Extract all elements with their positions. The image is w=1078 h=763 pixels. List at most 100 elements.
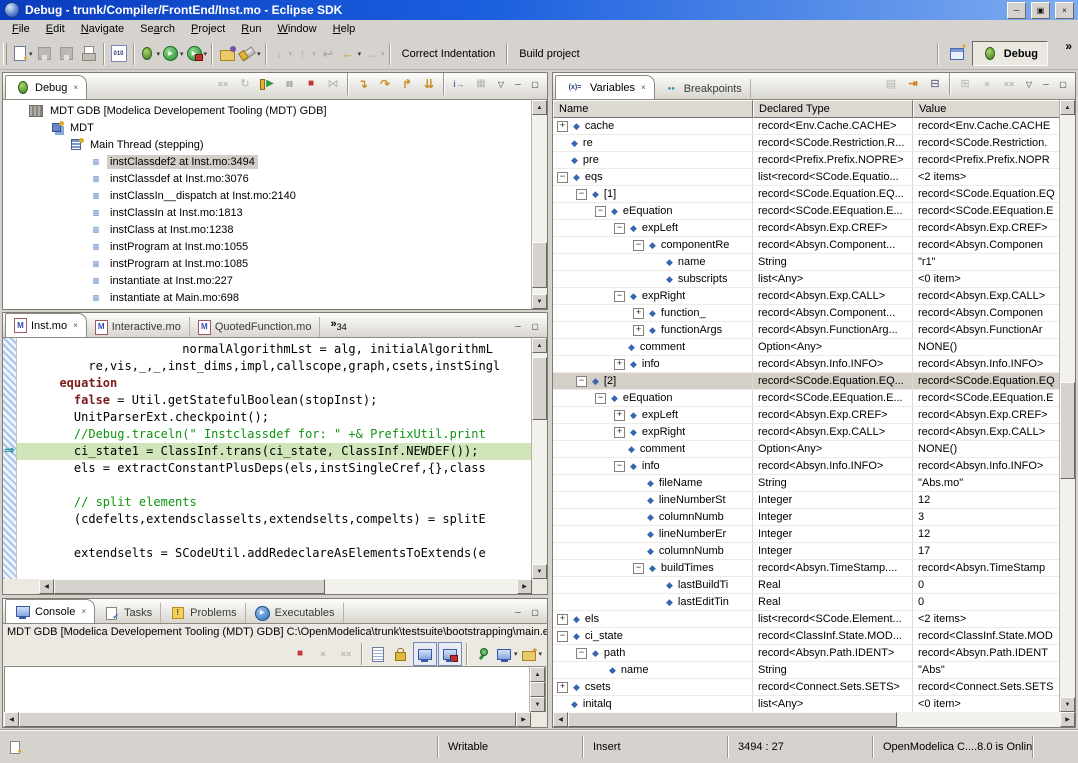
table-row[interactable]: ◆prerecord<Prefix.Prefix.NOPRE>record<Pr…	[553, 152, 1060, 169]
dropdown-arrow-icon[interactable]: ▾	[312, 50, 316, 58]
code-line[interactable]: els = extractConstantPlusDeps(els,instSi…	[17, 460, 532, 477]
external-tools-button[interactable]: ▾	[185, 43, 209, 65]
instruction-step-button[interactable]: i→	[448, 73, 470, 95]
tree-item[interactable]: ≡instantiate at Main.mo:698	[3, 289, 531, 306]
scroll-right-icon[interactable]: ▶	[1060, 712, 1075, 727]
code-line[interactable]: equation	[17, 375, 532, 392]
expand-icon[interactable]: +	[633, 325, 644, 336]
collapse-icon[interactable]: −	[633, 240, 644, 251]
console-vertical-scrollbar[interactable]: ▲ ▼	[529, 667, 545, 712]
tree-item[interactable]: Main Thread (stepping)	[3, 136, 531, 153]
maximize-view-icon[interactable]: ▢	[527, 605, 543, 619]
step-into-button[interactable]: ↴	[352, 73, 374, 95]
maximize-view-icon[interactable]: ▢	[527, 319, 543, 333]
expand-icon[interactable]: +	[614, 359, 625, 370]
editor-vertical-scrollbar[interactable]: ▲ ▼	[531, 338, 547, 579]
menu-navigate[interactable]: Navigate	[73, 22, 132, 37]
table-row[interactable]: ◆nameString"r1"	[553, 254, 1060, 271]
pin-console-button[interactable]	[472, 643, 494, 665]
expand-icon[interactable]: +	[557, 614, 568, 625]
table-row[interactable]: +◆cacherecord<Env.Cache.CACHE>record<Env…	[553, 118, 1060, 135]
display-console-button[interactable]: ▾	[495, 643, 519, 665]
collapse-icon[interactable]: −	[614, 461, 625, 472]
window-close-button[interactable]: ×	[1055, 2, 1074, 19]
tree-item[interactable]: ≡instClass at Inst.mo:1238	[3, 221, 531, 238]
stack-frame-selected[interactable]: ≡instClassdef2 at Inst.mo:3494	[3, 153, 531, 170]
console-tab-problems[interactable]: Problems	[161, 603, 245, 623]
console-horizontal-scrollbar[interactable]: ◀ ▶	[3, 712, 547, 727]
minimize-view-icon[interactable]: ─	[510, 605, 526, 619]
table-row[interactable]: −◆ci_staterecord<ClassInf.State.MOD...re…	[553, 628, 1060, 645]
variables-tab-breakpoints[interactable]: ●●Breakpoints	[655, 79, 751, 99]
print-button[interactable]	[78, 43, 100, 65]
table-row[interactable]: +◆expLeftrecord<Absyn.Exp.CREF>record<Ab…	[553, 407, 1060, 424]
scroll-down-icon[interactable]: ▼	[530, 697, 545, 712]
dropdown-arrow-icon[interactable]: ▾	[538, 650, 542, 658]
dropdown-arrow-icon[interactable]: ▾	[257, 50, 261, 58]
table-row[interactable]: ◆lineNumberErInteger12	[553, 526, 1060, 543]
dropdown-arrow-icon[interactable]: ▾	[180, 50, 184, 58]
scroll-down-icon[interactable]: ▼	[532, 564, 547, 579]
editor-horizontal-scrollbar[interactable]: ◀ ▶	[3, 579, 547, 594]
dropdown-arrow-icon[interactable]: ▾	[289, 50, 293, 58]
close-icon[interactable]: ×	[73, 321, 78, 330]
table-row[interactable]: +◆expRightrecord<Absyn.Exp.CALL>record<A…	[553, 424, 1060, 441]
table-row[interactable]: −◆inforecord<Absyn.Info.INFO>record<Absy…	[553, 458, 1060, 475]
table-row[interactable]: −◆expLeftrecord<Absyn.Exp.CREF>record<Ab…	[553, 220, 1060, 237]
tree-item[interactable]: ≡instClassIn__dispatch at Inst.mo:2140	[3, 187, 531, 204]
show-stdout-button[interactable]	[413, 642, 437, 666]
view-menu-icon[interactable]: ▽	[1021, 77, 1037, 91]
scroll-down-icon[interactable]: ▼	[1060, 697, 1075, 712]
tree-item[interactable]: ≡instantiate at Inst.mo:227	[3, 272, 531, 289]
dropdown-arrow-icon[interactable]: ▾	[29, 50, 33, 58]
run-button[interactable]: ▾	[161, 43, 185, 65]
table-row[interactable]: ◆fileNameString"Abs.mo"	[553, 475, 1060, 492]
scroll-up-icon[interactable]: ▲	[530, 667, 545, 682]
editor-overflow-chevron[interactable]: »34	[330, 318, 346, 332]
window-minimize-button[interactable]: ─	[1007, 2, 1026, 19]
table-row[interactable]: ◆commentOption<Any>NONE()	[553, 339, 1060, 356]
dropdown-arrow-icon[interactable]: ▾	[514, 650, 518, 658]
tree-item[interactable]: ≡instClassdef at Inst.mo:3076	[3, 170, 531, 187]
resume-button[interactable]: ▶	[256, 73, 278, 95]
table-row[interactable]: ◆commentOption<Any>NONE()	[553, 441, 1060, 458]
variables-tab-variables[interactable]: (x)=Variables×	[555, 75, 655, 100]
expand-icon[interactable]: +	[614, 410, 625, 421]
scrollbar-thumb[interactable]	[1060, 382, 1075, 480]
scrollbar-thumb[interactable]	[532, 242, 547, 288]
step-over-button[interactable]: ↷	[374, 73, 396, 95]
build-project-button[interactable]: Build project	[511, 44, 588, 64]
column-header-value[interactable]: Value	[913, 100, 1060, 118]
table-row[interactable]: −◆componentRerecord<Absyn.Component...re…	[553, 237, 1060, 254]
collapse-icon[interactable]: −	[576, 189, 587, 200]
code-line[interactable]: // split elements	[17, 494, 532, 511]
scroll-up-icon[interactable]: ▲	[1060, 100, 1075, 115]
tree-item[interactable]: ≡instProgram at Inst.mo:1055	[3, 238, 531, 255]
collapse-icon[interactable]: −	[595, 206, 606, 217]
table-row[interactable]: ◆subscriptslist<Any><0 item>	[553, 271, 1060, 288]
dropdown-arrow-icon[interactable]: ▾	[204, 50, 208, 58]
table-row[interactable]: ◆lineNumberStInteger12	[553, 492, 1060, 509]
minimize-view-icon[interactable]: ─	[1038, 77, 1054, 91]
menu-file[interactable]: File	[4, 22, 38, 37]
table-row[interactable]: ◆columnNumbInteger17	[553, 543, 1060, 560]
table-row[interactable]: −◆eEquationrecord<SCode.EEquation.E...re…	[553, 390, 1060, 407]
collapse-all-button[interactable]: ⊟	[924, 73, 946, 95]
debug-bug-button[interactable]: ▾	[138, 43, 162, 65]
collapse-icon[interactable]: −	[614, 291, 625, 302]
table-row[interactable]: +◆inforecord<Absyn.Info.INFO>record<Absy…	[553, 356, 1060, 373]
table-row[interactable]: ◆lastBuildTiReal0	[553, 577, 1060, 594]
code-line[interactable]: UnitParserExt.checkpoint();	[17, 409, 532, 426]
column-header-name[interactable]: Name	[553, 100, 753, 118]
code-line[interactable]: false = Util.getStatefulBoolean(stopInst…	[17, 392, 532, 409]
terminate-button[interactable]: ■	[300, 73, 322, 95]
variables-rows[interactable]: +◆cacherecord<Env.Cache.CACHE>record<Env…	[553, 118, 1075, 712]
code-line[interactable]	[17, 477, 532, 494]
toolbar-overflow-chevron[interactable]: »	[1065, 39, 1072, 53]
table-row[interactable]: −◆buildTimesrecord<Absyn.TimeStamp....re…	[553, 560, 1060, 577]
console-tab-tasks[interactable]: Tasks	[95, 603, 161, 623]
step-return-button[interactable]: ↱	[396, 73, 418, 95]
table-row[interactable]: −◆[1]record<SCode.Equation.EQ...record<S…	[553, 186, 1060, 203]
table-row[interactable]: −◆pathrecord<Absyn.Path.IDENT>record<Abs…	[553, 645, 1060, 662]
open-perspective-button[interactable]	[946, 43, 968, 65]
